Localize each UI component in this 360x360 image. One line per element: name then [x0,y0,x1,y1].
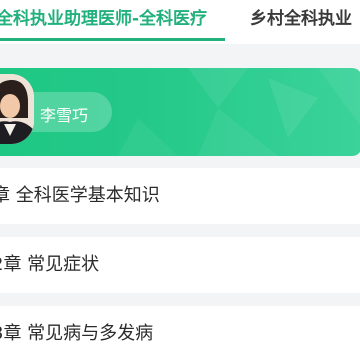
course-tab-bar: 全科执业助理医师-全科医疗 乡村全科执业 [0,0,360,44]
active-tab-indicator [0,38,225,41]
chapter-title: 章 全科医学基本知识 [0,185,160,206]
chapter-item[interactable]: 2章 常见症状 [0,237,360,293]
tab-rural-general-practice[interactable]: 乡村全科执业 [250,7,352,31]
tab-general-practice[interactable]: 全科执业助理医师-全科医疗 [0,7,207,31]
teacher-avatar [0,74,34,144]
chapter-item[interactable]: 章 全科医学基本知识 [0,168,360,224]
chapter-title: 3章 常见病与多发病 [0,323,154,344]
chapter-item[interactable]: 3章 常见病与多发病 [0,306,360,360]
teacher-name: 李雪巧 [40,106,89,125]
chapter-title: 2章 常见症状 [0,254,100,275]
